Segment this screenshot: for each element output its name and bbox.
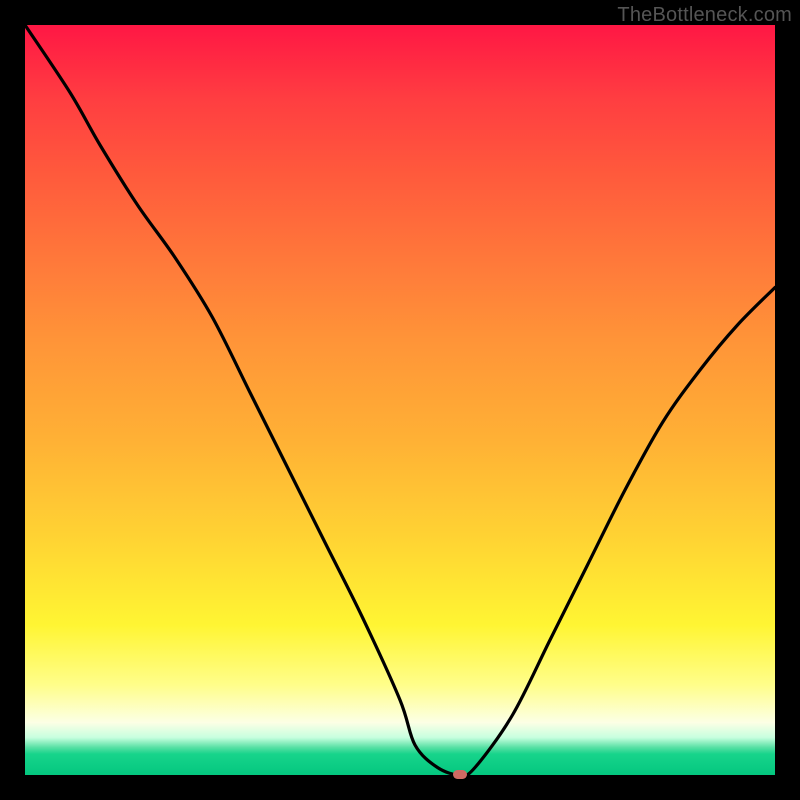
watermark-text: TheBottleneck.com [617,4,792,27]
chart-plot-area [25,25,775,775]
bottleneck-curve [25,25,775,775]
chart-frame: TheBottleneck.com [0,0,800,800]
